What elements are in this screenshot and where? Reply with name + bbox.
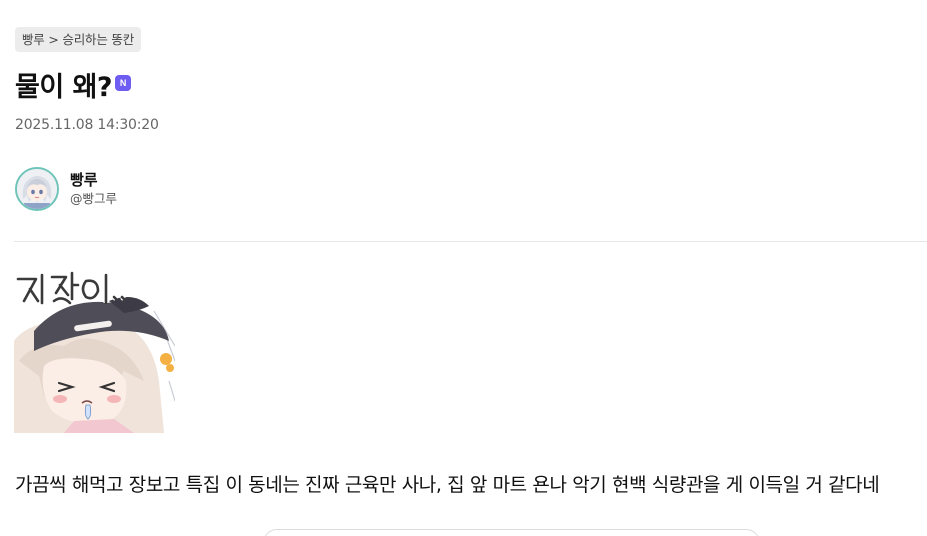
comment-input-box[interactable] — [263, 529, 760, 536]
page-title: 물이 왜? — [15, 71, 113, 103]
avatar[interactable] — [15, 167, 59, 211]
avatar-illustration-icon — [17, 169, 57, 209]
author-text: 빵루 @빵그루 — [70, 170, 117, 208]
sticker-image — [14, 271, 175, 433]
post-page: 빵루 > 승리하는 똥칸 물이 왜? N 2025.11.08 14:30:20… — [0, 0, 927, 536]
author-info[interactable]: 빵루 @빵그루 — [15, 166, 117, 212]
tired-character-sticker-icon — [14, 271, 175, 433]
title-row: 물이 왜? N — [15, 64, 132, 104]
breadcrumb[interactable]: 빵루 > 승리하는 똥칸 — [15, 27, 141, 52]
new-badge: N — [115, 75, 132, 91]
author-name[interactable]: 빵루 — [70, 170, 117, 190]
divider — [14, 241, 927, 242]
author-handle: @빵그루 — [70, 191, 118, 206]
post-body: 가끔씩 해먹고 장보고 특집 이 동네는 진짜 근육만 사나, 집 앞 마트 욘… — [15, 474, 880, 496]
post-timestamp: 2025.11.08 14:30:20 — [15, 117, 159, 133]
